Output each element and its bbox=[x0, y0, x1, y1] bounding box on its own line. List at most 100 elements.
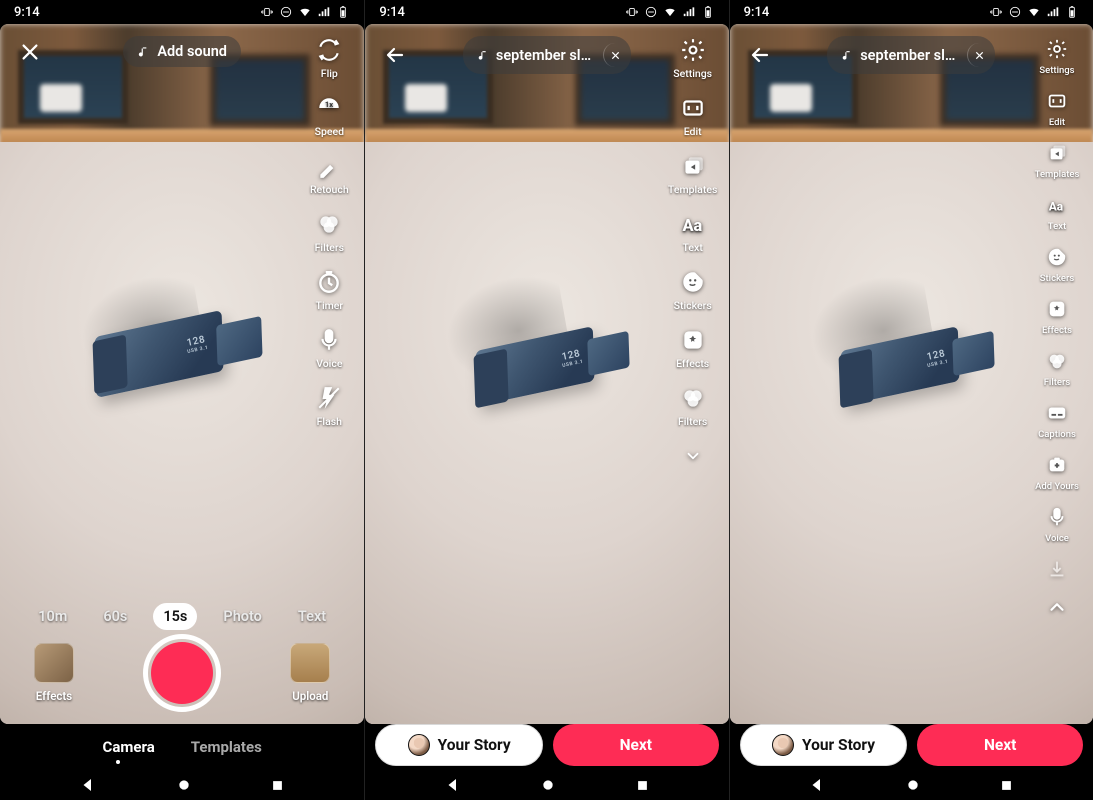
sound-pill[interactable]: september sl… bbox=[827, 36, 995, 74]
dnd-icon bbox=[279, 5, 293, 19]
tool-stickers[interactable]: Stickers bbox=[674, 268, 712, 312]
wifi-icon bbox=[663, 5, 677, 19]
record-button[interactable] bbox=[143, 634, 221, 712]
next-button[interactable]: Next bbox=[917, 724, 1083, 766]
flash-icon bbox=[316, 385, 342, 411]
screen-edit-expanded: 9:14 128USB 3.1 september sl… Settin bbox=[729, 0, 1093, 800]
upload-button[interactable]: Upload bbox=[290, 643, 330, 703]
nav-back-icon[interactable] bbox=[444, 776, 462, 794]
your-story-button[interactable]: Your Story bbox=[375, 724, 543, 766]
nav-back-icon[interactable] bbox=[79, 776, 97, 794]
edit-icon bbox=[1046, 90, 1068, 112]
add-sound-button[interactable]: Add sound bbox=[123, 36, 241, 67]
tool-text[interactable]: Aa Text bbox=[679, 210, 707, 254]
timer-icon bbox=[316, 269, 342, 295]
sound-pill[interactable]: september sl… bbox=[463, 36, 631, 74]
tool-stickers[interactable]: Stickers bbox=[1040, 244, 1075, 284]
close-button[interactable] bbox=[10, 41, 50, 63]
templates-icon bbox=[680, 153, 706, 179]
tab-camera[interactable]: Camera bbox=[103, 738, 155, 756]
tool-settings[interactable]: Settings bbox=[1039, 36, 1074, 76]
tool-timer[interactable]: Timer bbox=[315, 268, 343, 312]
nav-home-icon[interactable] bbox=[540, 777, 556, 793]
duration-10m[interactable]: 10m bbox=[28, 603, 77, 630]
your-story-button[interactable]: Your Story bbox=[740, 724, 908, 766]
remove-sound-button[interactable] bbox=[967, 43, 991, 67]
tool-filters[interactable]: Filters bbox=[1044, 348, 1071, 388]
addyours-icon bbox=[1046, 454, 1068, 476]
tool-collapse[interactable] bbox=[1044, 594, 1070, 620]
tool-flash[interactable]: Flash bbox=[315, 384, 343, 428]
remove-sound-button[interactable] bbox=[603, 43, 627, 67]
tool-templates[interactable]: Templates bbox=[668, 152, 717, 196]
flip-icon bbox=[316, 37, 342, 63]
filters-icon bbox=[1046, 350, 1068, 372]
gear-icon bbox=[1046, 38, 1068, 60]
tool-filters[interactable]: Filters bbox=[315, 210, 344, 254]
close-icon bbox=[610, 50, 621, 61]
templates-icon bbox=[1046, 142, 1068, 164]
tool-flip[interactable]: Flip bbox=[315, 36, 343, 80]
filters-icon bbox=[680, 385, 706, 411]
battery-icon bbox=[1065, 5, 1079, 19]
sound-label: september sl… bbox=[496, 47, 591, 64]
chevron-down-icon bbox=[684, 447, 702, 465]
music-note-icon bbox=[477, 49, 490, 62]
download-icon bbox=[1046, 558, 1068, 580]
chevron-up-icon bbox=[1046, 596, 1068, 618]
effects-button[interactable]: Effects bbox=[34, 643, 74, 703]
text-icon: Aa bbox=[1046, 194, 1068, 216]
nav-home-icon[interactable] bbox=[905, 777, 921, 793]
status-bar: 9:14 bbox=[365, 0, 728, 24]
effects-thumb bbox=[34, 643, 74, 683]
status-bar: 9:14 bbox=[730, 0, 1093, 24]
music-note-icon bbox=[137, 45, 151, 59]
tool-voice[interactable]: Voice bbox=[1044, 504, 1070, 544]
tool-settings[interactable]: Settings bbox=[673, 36, 712, 80]
tool-effects[interactable]: Effects bbox=[676, 326, 709, 370]
next-button[interactable]: Next bbox=[553, 724, 719, 766]
tool-speed[interactable]: 1x Speed bbox=[315, 94, 344, 138]
nav-recent-icon[interactable] bbox=[999, 778, 1014, 793]
android-nav bbox=[730, 770, 1093, 800]
tool-voice[interactable]: Voice bbox=[315, 326, 343, 370]
status-time: 9:14 bbox=[14, 5, 40, 20]
status-icons bbox=[260, 5, 350, 19]
duration-15s[interactable]: 15s bbox=[153, 603, 197, 630]
voice-icon bbox=[1046, 506, 1068, 528]
status-time: 9:14 bbox=[379, 5, 405, 20]
nav-home-icon[interactable] bbox=[176, 777, 192, 793]
back-button[interactable] bbox=[740, 43, 780, 67]
tool-captions[interactable]: Captions bbox=[1038, 400, 1076, 440]
signal-icon bbox=[1046, 5, 1060, 19]
captions-icon bbox=[1046, 402, 1068, 424]
nav-back-icon[interactable] bbox=[808, 776, 826, 794]
tab-templates[interactable]: Templates bbox=[191, 738, 262, 756]
duration-60s[interactable]: 60s bbox=[93, 603, 137, 630]
tool-templates[interactable]: Templates bbox=[1035, 140, 1080, 180]
tool-rail: Flip 1x Speed Retouch Filters Timer Voic… bbox=[298, 36, 360, 428]
tool-text[interactable]: Aa Text bbox=[1044, 192, 1070, 232]
tool-effects[interactable]: Effects bbox=[1042, 296, 1072, 336]
duration-photo[interactable]: Photo bbox=[213, 603, 272, 630]
tool-edit[interactable]: Edit bbox=[1044, 88, 1070, 128]
retouch-icon bbox=[316, 153, 342, 179]
tool-addyours[interactable]: Add Yours bbox=[1035, 452, 1079, 492]
nav-recent-icon[interactable] bbox=[635, 778, 650, 793]
sound-label: september sl… bbox=[860, 47, 955, 64]
tool-retouch[interactable]: Retouch bbox=[310, 152, 349, 196]
duration-text[interactable]: Text bbox=[288, 603, 336, 630]
android-nav bbox=[365, 770, 728, 800]
tool-download[interactable] bbox=[1044, 556, 1070, 582]
signal-icon bbox=[682, 5, 696, 19]
tool-rail: Settings Edit Templates Aa Text Stickers… bbox=[1025, 36, 1089, 620]
tool-edit[interactable]: Edit bbox=[679, 94, 707, 138]
back-button[interactable] bbox=[375, 43, 415, 67]
avatar-icon bbox=[772, 734, 794, 756]
nav-recent-icon[interactable] bbox=[270, 778, 285, 793]
wifi-icon bbox=[298, 5, 312, 19]
stickers-icon bbox=[680, 269, 706, 295]
tool-filters[interactable]: Filters bbox=[678, 384, 707, 428]
arrow-left-icon bbox=[383, 43, 407, 67]
tool-expand[interactable] bbox=[679, 442, 707, 470]
